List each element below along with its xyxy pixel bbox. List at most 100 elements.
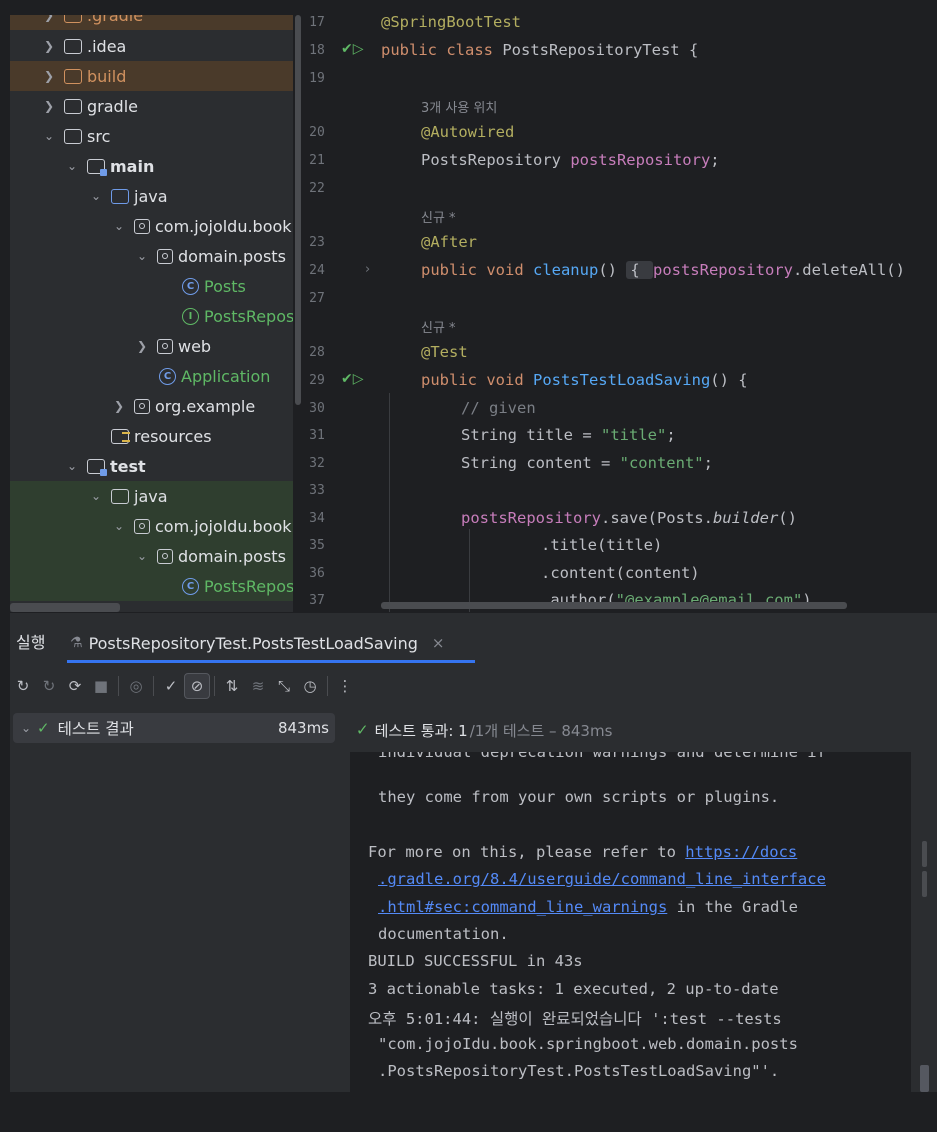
chevron-down-icon[interactable]: ⌄ bbox=[65, 159, 79, 173]
tree-item-label: src bbox=[87, 126, 111, 146]
tree-item-posts-repository-test[interactable]: C PostsRepos bbox=[10, 571, 293, 601]
sort-icon[interactable]: ⇅ bbox=[219, 673, 245, 699]
tree-vertical-scrollbar[interactable] bbox=[293, 15, 303, 612]
tree-item-label: build bbox=[87, 66, 127, 86]
tree-item-build[interactable]: ❯ build bbox=[10, 61, 293, 91]
tree-item-main[interactable]: ⌄ main bbox=[10, 151, 293, 181]
resources-folder-icon bbox=[111, 428, 130, 444]
new-hint[interactable]: 신규 * bbox=[421, 317, 456, 336]
tab-run-configuration[interactable]: ⚗ PostsRepositoryTest.PostsTestLoadSavin… bbox=[70, 625, 445, 661]
code-editor[interactable]: 17 18 19 20 21 22 23 24 27 28 29 30 31 3… bbox=[293, 15, 937, 612]
code-line-18: public class PostsRepositoryTest { bbox=[381, 41, 699, 59]
run-tool-window-header: 실행 ⚗ PostsRepositoryTest.PostsTestLoadSa… bbox=[10, 612, 937, 664]
console-line: For more on this, please refer to https:… bbox=[368, 843, 798, 861]
package-icon bbox=[134, 218, 150, 234]
collapse-icon[interactable]: ≋ bbox=[245, 673, 271, 699]
tree-item-idea[interactable]: ❯ .idea bbox=[10, 31, 293, 61]
tree-item-org-example[interactable]: ❯ org.example bbox=[10, 391, 293, 421]
tree-item-test-package[interactable]: ⌄ com.jojoldu.book bbox=[10, 511, 293, 541]
chevron-right-icon[interactable]: ❯ bbox=[42, 69, 56, 83]
test-results-root[interactable]: ⌄ ✓ 테스트 결과 843ms bbox=[13, 713, 335, 743]
fold-arrow-icon[interactable]: › bbox=[365, 262, 385, 277]
folded-block[interactable]: { bbox=[626, 261, 653, 279]
chevron-down-icon[interactable]: ⌄ bbox=[112, 219, 126, 233]
tree-item-src[interactable]: ⌄ src bbox=[10, 121, 293, 151]
tree-item-label: test bbox=[110, 456, 146, 476]
stop-icon[interactable]: ■ bbox=[88, 673, 114, 699]
chevron-right-icon[interactable]: ❯ bbox=[112, 399, 126, 413]
class-icon: C bbox=[182, 277, 199, 295]
chevron-down-icon[interactable]: ⌄ bbox=[89, 189, 103, 203]
code-line-36: .content(content) bbox=[541, 564, 700, 582]
code-line-34: postsRepository.save(Posts.builder() bbox=[461, 509, 797, 527]
tree-item-label: resources bbox=[134, 426, 212, 446]
show-ignored-icon[interactable]: ⊘ bbox=[184, 673, 210, 699]
chevron-right-icon[interactable]: ❯ bbox=[42, 15, 56, 22]
tree-item-resources[interactable]: resources bbox=[10, 421, 293, 451]
tree-item-posts-repository-interface[interactable]: I PostsRepos bbox=[10, 301, 293, 331]
chevron-down-icon[interactable]: ⌄ bbox=[135, 549, 149, 563]
history-icon[interactable]: ◷ bbox=[297, 673, 323, 699]
chevron-down-icon[interactable]: ⌄ bbox=[42, 129, 56, 143]
tree-item-label: .idea bbox=[87, 36, 127, 56]
chevron-right-icon[interactable]: ❯ bbox=[42, 39, 56, 53]
rerun-failed-icon[interactable]: ↻ bbox=[36, 673, 62, 699]
ide-window: ❯ .gradle ❯ .idea ❯ build ❯ gradle ⌄ src… bbox=[10, 15, 937, 1092]
folder-icon bbox=[64, 15, 82, 23]
tree-item-label: PostsRepos bbox=[204, 576, 293, 596]
rerun-icon[interactable]: ↻ bbox=[10, 673, 36, 699]
chevron-down-icon[interactable]: ⌄ bbox=[112, 519, 126, 533]
tree-item-main-domain-posts[interactable]: ⌄ domain.posts bbox=[10, 241, 293, 271]
package-icon bbox=[157, 248, 173, 264]
indent-guide bbox=[389, 393, 390, 612]
scroll-marker bbox=[922, 871, 927, 897]
tree-item-web[interactable]: ❯ web bbox=[10, 331, 293, 361]
code-line-17: @SpringBootTest bbox=[381, 15, 521, 31]
toggle-auto-test-icon[interactable]: ⟳ bbox=[62, 673, 88, 699]
check-icon[interactable]: ✓ bbox=[158, 673, 184, 699]
code-line-35: .title(title) bbox=[541, 536, 663, 554]
tree-item-test[interactable]: ⌄ test bbox=[10, 451, 293, 481]
tree-item-posts-class[interactable]: C Posts bbox=[10, 271, 293, 301]
toolbar-divider bbox=[214, 676, 215, 696]
tree-item-main-java[interactable]: ⌄ java bbox=[10, 181, 293, 211]
console-output[interactable]: individual deprecation warnings and dete… bbox=[350, 752, 911, 1092]
new-hint[interactable]: 신규 * bbox=[421, 207, 456, 226]
console-line: .gradle.org/8.4/userguide/command_line_i… bbox=[378, 870, 826, 888]
code-line-23: @After bbox=[421, 233, 477, 251]
tree-item-test-java[interactable]: ⌄ java bbox=[10, 481, 293, 511]
tree-item-gradle[interactable]: ❯ gradle bbox=[10, 91, 293, 121]
scroll-thumb[interactable] bbox=[295, 15, 301, 405]
chevron-down-icon[interactable]: ⌄ bbox=[89, 489, 103, 503]
import-icon[interactable]: ⤡ bbox=[271, 673, 297, 699]
scroll-thumb[interactable] bbox=[920, 1065, 929, 1092]
usages-hint[interactable]: 3개 사용 위치 bbox=[421, 97, 497, 116]
editor-horizontal-scrollbar[interactable] bbox=[381, 602, 847, 609]
source-folder-icon bbox=[111, 188, 129, 204]
tree-horizontal-scrollbar[interactable] bbox=[10, 603, 120, 612]
toolbar-divider bbox=[327, 676, 328, 696]
close-icon[interactable]: × bbox=[432, 634, 445, 652]
tree-item-test-domain-posts[interactable]: ⌄ domain.posts bbox=[10, 541, 293, 571]
package-icon bbox=[134, 518, 150, 534]
docs-link[interactable]: .gradle.org/8.4/userguide/command_line_i… bbox=[378, 870, 826, 888]
more-icon[interactable]: ⋮ bbox=[332, 673, 358, 699]
chevron-right-icon[interactable]: ❯ bbox=[135, 339, 149, 353]
tree-item-label: Posts bbox=[204, 276, 246, 296]
show-passed-icon[interactable]: ◎ bbox=[123, 673, 149, 699]
run-test-gutter-icon[interactable]: ✔▷ bbox=[341, 371, 364, 387]
tree-item-gradle-dir[interactable]: ❯ .gradle bbox=[10, 15, 293, 30]
tree-item-application[interactable]: C Application bbox=[10, 361, 293, 391]
chevron-down-icon[interactable]: ⌄ bbox=[135, 249, 149, 263]
test-config-icon: ⚗ bbox=[70, 635, 83, 651]
run-test-gutter-icon[interactable]: ✔▷ bbox=[341, 41, 364, 57]
tab-label: PostsRepositoryTest.PostsTestLoadSaving bbox=[88, 633, 418, 653]
chevron-down-icon[interactable]: ⌄ bbox=[65, 459, 79, 473]
folder-icon bbox=[64, 38, 82, 54]
console-scrollbar[interactable] bbox=[911, 752, 937, 1092]
docs-link[interactable]: https://docs bbox=[685, 843, 797, 861]
chevron-down-icon[interactable]: ⌄ bbox=[19, 721, 33, 735]
docs-link[interactable]: .html#sec:command_line_warnings bbox=[378, 898, 667, 916]
chevron-right-icon[interactable]: ❯ bbox=[42, 99, 56, 113]
tree-item-main-package[interactable]: ⌄ com.jojoldu.book bbox=[10, 211, 293, 241]
